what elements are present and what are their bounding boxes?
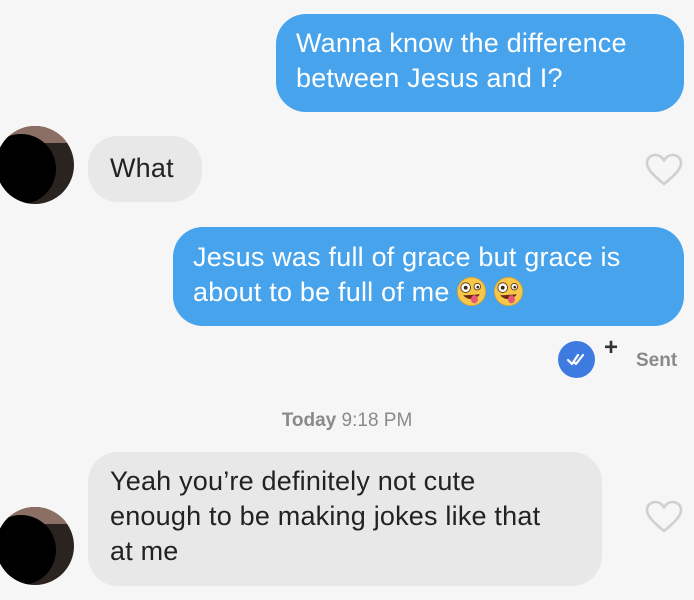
message-line: about to be full of me: [193, 277, 450, 307]
read-receipt-badge: [558, 341, 595, 378]
avatar[interactable]: [0, 507, 74, 585]
chat-thread: Wanna know the difference between Jesus …: [0, 0, 694, 600]
message-outgoing[interactable]: Wanna know the difference between Jesus …: [276, 14, 684, 112]
avatar-redaction: [0, 134, 56, 204]
message-line: between Jesus and I?: [296, 63, 563, 93]
delivery-status: + Sent: [558, 334, 688, 381]
zany-face-emoji-icon: [456, 276, 486, 307]
heart-outline-icon[interactable]: [645, 500, 683, 534]
timestamp-day: Today: [281, 410, 337, 431]
heart-outline-icon[interactable]: [645, 153, 683, 187]
double-check-icon: [566, 353, 585, 366]
message-line: Yeah you’re definitely not cute: [110, 466, 476, 496]
message-incoming[interactable]: What: [88, 136, 202, 202]
message-line: Wanna know the difference: [296, 28, 627, 58]
message-incoming[interactable]: Yeah you’re definitely not cute enough t…: [88, 452, 602, 586]
timestamp-time: 9:18 PM: [341, 410, 413, 431]
message-line-with-emoji: about to be full of me: [193, 275, 664, 310]
sent-label: Sent: [636, 350, 678, 371]
message-line: What: [110, 153, 174, 183]
message-outgoing[interactable]: Jesus was full of grace but grace is abo…: [173, 227, 684, 326]
message-line: enough to be making jokes like that: [110, 501, 541, 531]
message-line: at me: [110, 536, 179, 566]
avatar-redaction: [0, 515, 56, 585]
add-reaction-button[interactable]: +: [604, 334, 618, 362]
avatar[interactable]: [0, 126, 74, 204]
message-line: Jesus was full of grace but grace is: [193, 242, 621, 272]
zany-face-emoji-icon: [493, 276, 523, 307]
timestamp-divider: Today 9:18 PM: [0, 410, 694, 432]
